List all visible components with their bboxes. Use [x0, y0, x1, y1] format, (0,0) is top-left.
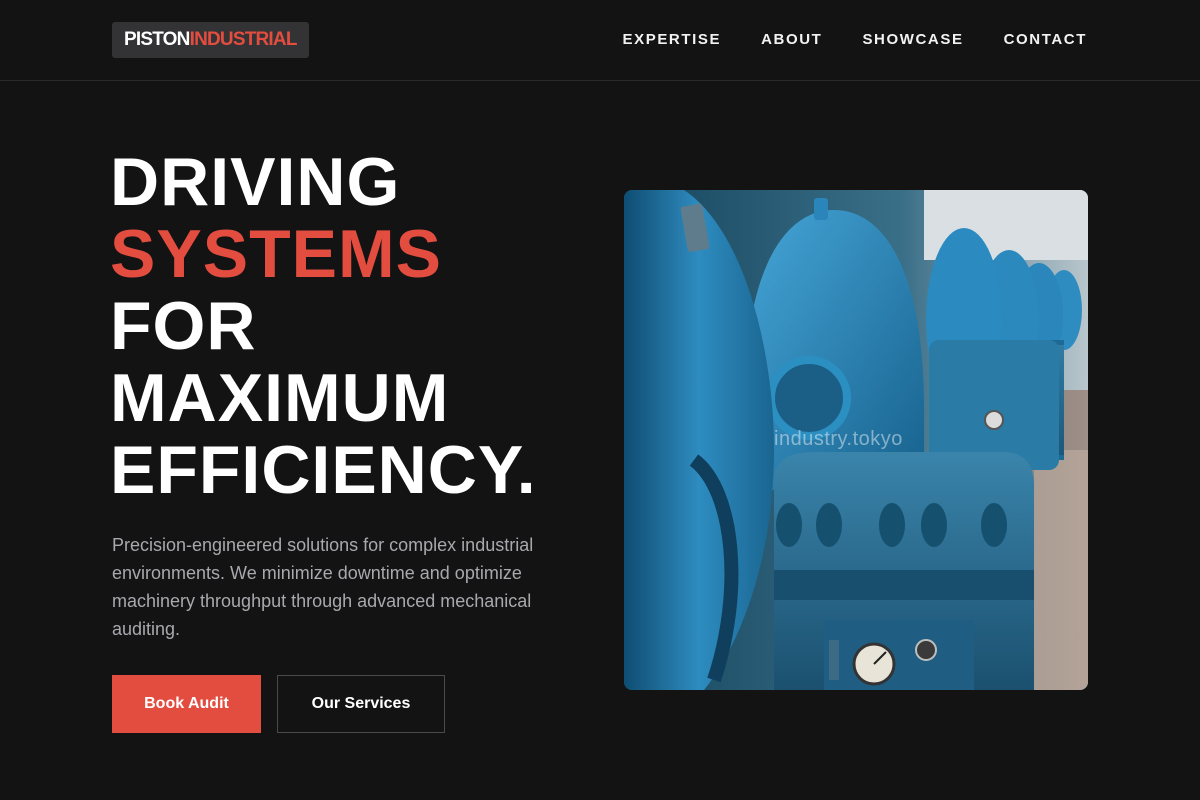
nav-link-about[interactable]: ABOUT [761, 31, 822, 48]
book-audit-button[interactable]: Book Audit [112, 675, 261, 733]
main-nav: EXPERTISE ABOUT SHOWCASE CONTACT [583, 0, 1087, 78]
hero-description: Precision-engineered solutions for compl… [112, 535, 534, 639]
site-header: PISTON INDUSTRIAL EXPERTISE ABOUT SHOWCAS… [0, 0, 1200, 81]
our-services-button[interactable]: Our Services [277, 675, 445, 733]
hero-image: industry.tokyo [624, 190, 1088, 690]
brand-name-part2: INDUSTRIAL [189, 29, 298, 50]
headline-line-1: DRIVING [110, 144, 401, 220]
headline-line-2-accent: SYSTEMS [110, 216, 442, 292]
nav-link-contact[interactable]: CONTACT [1004, 31, 1087, 48]
image-watermark: industry.tokyo [774, 428, 903, 450]
headline-line-5: EFFICIENCY. [110, 432, 537, 508]
nav-link-showcase[interactable]: SHOWCASE [862, 31, 963, 48]
brand-logo[interactable]: PISTON INDUSTRIAL [112, 22, 309, 58]
brand-name-part1: PISTON [124, 29, 190, 50]
hero-headline: DRIVING SYSTEMS FOR MAXIMUM EFFICIENCY. [110, 146, 537, 506]
headline-line-3: FOR [110, 288, 257, 364]
headline-line-4: MAXIMUM [110, 360, 450, 436]
nav-link-expertise[interactable]: EXPERTISE [623, 31, 722, 48]
